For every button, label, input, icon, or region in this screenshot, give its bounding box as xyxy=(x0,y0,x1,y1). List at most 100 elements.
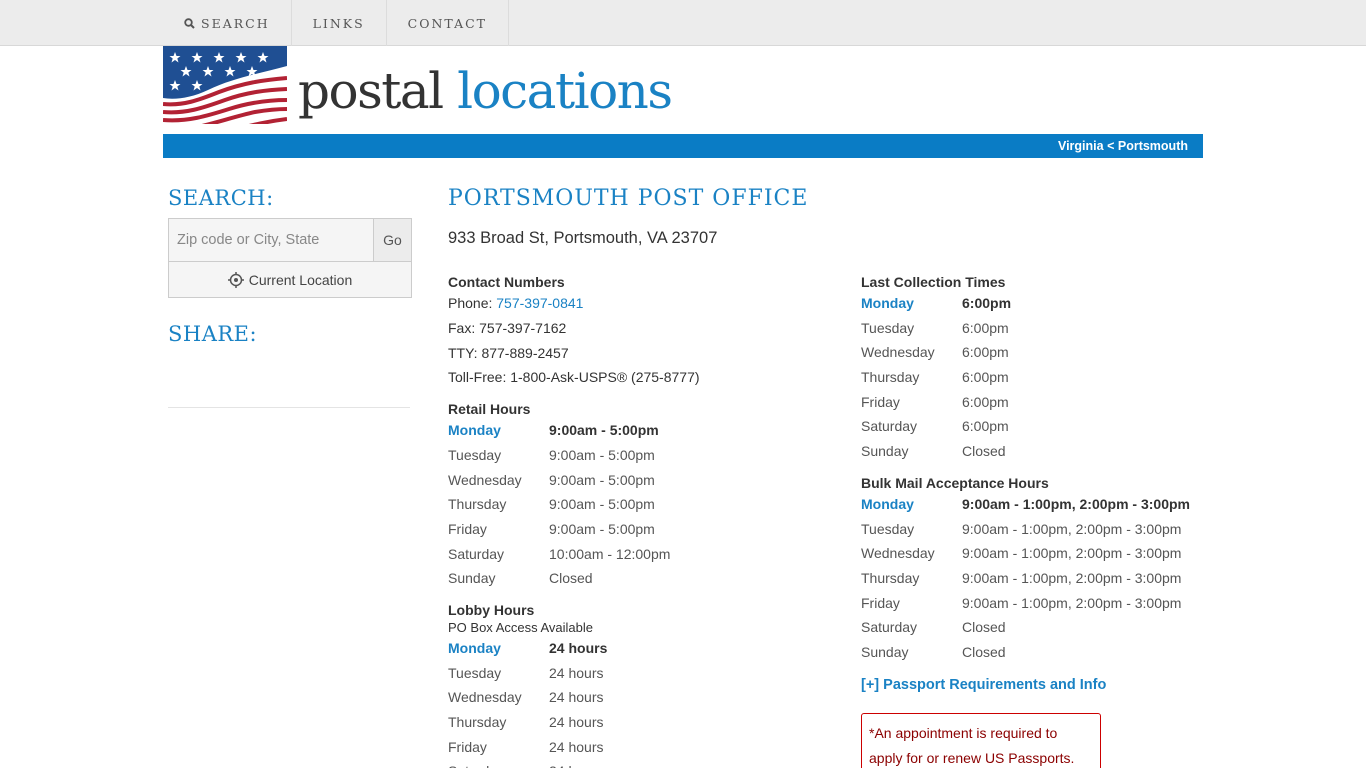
brand-locations: locations xyxy=(457,62,673,120)
day: Friday xyxy=(448,738,487,755)
left-column: Contact Numbers Phone: 757-397-0841 Fax:… xyxy=(448,273,828,768)
brand-postal: postal xyxy=(298,62,444,120)
retail-hours-list: Monday 9:00am - 5:00pm Tuesday 9:00am - 5:… xyxy=(448,418,828,591)
hours-row: Monday 9:00am - 5:00pm xyxy=(448,418,828,443)
hours-row: Tuesday 9:00am - 5:00pm xyxy=(448,443,828,468)
breadcrumb-separator: < xyxy=(1107,139,1115,153)
phone-link[interactable]: 757-397-0841 xyxy=(496,295,583,311)
day: Wednesday xyxy=(448,471,522,488)
day: Friday xyxy=(448,520,487,537)
page-title: PORTSMOUTH POST OFFICE xyxy=(448,186,809,211)
hours: Closed xyxy=(962,643,1006,660)
day: Thursday xyxy=(861,369,920,386)
nav-search[interactable]: SEARCH xyxy=(163,0,292,46)
day: Saturday xyxy=(448,759,549,768)
fax-line: Fax: 757-397-7162 xyxy=(448,319,567,336)
day: Friday xyxy=(861,393,900,410)
hours: 10:00am - 12:00pm xyxy=(549,545,671,562)
hours-row: Monday 6:00pm xyxy=(861,291,1201,316)
day: Monday xyxy=(448,422,501,439)
search-input[interactable] xyxy=(169,219,374,262)
day: Wednesday xyxy=(861,344,935,361)
hours: 9:00am - 5:00pm xyxy=(549,496,655,513)
hours: 24 hours xyxy=(549,640,608,656)
flag-logo[interactable] xyxy=(163,46,287,124)
crosshair-icon xyxy=(227,271,244,288)
hours-row: Tuesday 24 hours xyxy=(448,661,828,686)
hours-row: Friday 9:00am - 5:00pm xyxy=(448,517,828,542)
day: Saturday xyxy=(448,545,505,562)
hours: 9:00am - 5:00pm xyxy=(549,520,655,537)
nav-contact[interactable]: CONTACT xyxy=(387,0,510,46)
hours: 6:00pm xyxy=(962,344,1009,361)
hours-row: Thursday 24 hours xyxy=(448,710,828,735)
search-box: Go Current Location xyxy=(168,218,412,298)
breadcrumb: Virginia < Portsmouth xyxy=(1058,134,1188,158)
day: Tuesday xyxy=(448,446,502,463)
hours: 6:00pm xyxy=(962,295,1012,311)
hours-row: Sunday Closed xyxy=(861,439,1201,464)
search-heading: SEARCH: xyxy=(168,186,274,210)
hours: 24 hours xyxy=(549,738,604,755)
collection-heading: Last Collection Times xyxy=(861,274,1006,290)
hours: 9:00am - 5:00pm xyxy=(549,422,659,439)
hours-row: Monday 24 hours xyxy=(448,636,828,661)
share-heading: SHARE: xyxy=(168,322,258,346)
hours-row: Wednesday 9:00am - 1:00pm, 2:00pm - 3:00p… xyxy=(861,541,1201,566)
phone-line: Phone: 757-397-0841 xyxy=(448,291,828,316)
site-brand[interactable]: postal locations xyxy=(298,60,673,122)
day: Friday xyxy=(861,594,900,611)
hours-row: Saturday 10:00am - 12:00pm xyxy=(448,542,828,567)
hours: 6:00pm xyxy=(962,319,1009,336)
hours-row: Friday 9:00am - 1:00pm, 2:00pm - 3:00pm xyxy=(861,591,1201,616)
day: Thursday xyxy=(448,714,507,731)
hours: 6:00pm xyxy=(962,418,1009,435)
hours: 9:00am - 1:00pm, 2:00pm - 3:00pm xyxy=(962,545,1182,562)
right-column: Last Collection Times Monday 6:00pm Tuesd… xyxy=(861,273,1201,768)
hours-row: Thursday 6:00pm xyxy=(861,365,1201,390)
hours-row: Saturday24 hours xyxy=(448,759,828,768)
collection-times-list: Monday 6:00pm Tuesday 6:00pm Wednesday 6:00… xyxy=(861,291,1201,464)
hours: 6:00pm xyxy=(962,369,1009,386)
hours-row: Tuesday 9:00am - 1:00pm, 2:00pm - 3:00pm xyxy=(861,517,1201,542)
nav-links[interactable]: LINKS xyxy=(292,0,387,46)
current-location-button[interactable]: Current Location xyxy=(169,262,411,297)
hours-row: Friday 6:00pm xyxy=(861,390,1201,415)
tollfree-line: Toll-Free: 1-800-Ask-USPS® (275-8777) xyxy=(448,369,700,386)
phone-label: Phone: xyxy=(448,295,497,311)
nav-links-label: LINKS xyxy=(312,15,365,31)
hours-row: Wednesday 6:00pm xyxy=(861,340,1201,365)
contact-heading: Contact Numbers xyxy=(448,274,565,290)
day: Wednesday xyxy=(861,545,935,562)
day: Sunday xyxy=(861,643,909,660)
hours: 24 hours xyxy=(549,714,604,731)
bulk-heading: Bulk Mail Acceptance Hours xyxy=(861,474,1049,491)
hours: 24 hours xyxy=(549,664,604,681)
hours-row: Wednesday 24 hours xyxy=(448,685,828,710)
tty-line: TTY: 877-889-2457 xyxy=(448,344,569,361)
hours-row: Sunday Closed xyxy=(861,640,1201,665)
nav-search-label: SEARCH xyxy=(201,15,270,31)
breadcrumb-state[interactable]: Virginia xyxy=(1058,139,1104,153)
top-nav-items: SEARCH LINKS CONTACT xyxy=(163,0,510,46)
hours: Closed xyxy=(962,619,1006,636)
go-button[interactable]: Go xyxy=(374,219,411,262)
hours: Closed xyxy=(549,570,593,587)
passport-info-link[interactable]: [+] Passport Requirements and Info xyxy=(861,675,1201,695)
breadcrumb-city[interactable]: Portsmouth xyxy=(1118,139,1188,153)
sidebar-divider xyxy=(168,407,410,408)
day: Monday xyxy=(861,495,914,512)
day: Tuesday xyxy=(448,664,502,681)
nav-contact-label: CONTACT xyxy=(407,15,488,31)
hours: 9:00am - 5:00pm xyxy=(549,446,655,463)
hours: 6:00pm xyxy=(962,393,1009,410)
top-nav: SEARCH LINKS CONTACT xyxy=(0,0,1366,46)
day: Monday xyxy=(448,640,501,656)
hours-row: Thursday 9:00am - 1:00pm, 2:00pm - 3:00pm xyxy=(861,566,1201,591)
bulk-hours-list: Monday 9:00am - 1:00pm, 2:00pm - 3:00pm T… xyxy=(861,492,1201,665)
hours: 9:00am - 1:00pm, 2:00pm - 3:00pm xyxy=(962,520,1182,537)
hours: 24 hours xyxy=(549,689,604,706)
